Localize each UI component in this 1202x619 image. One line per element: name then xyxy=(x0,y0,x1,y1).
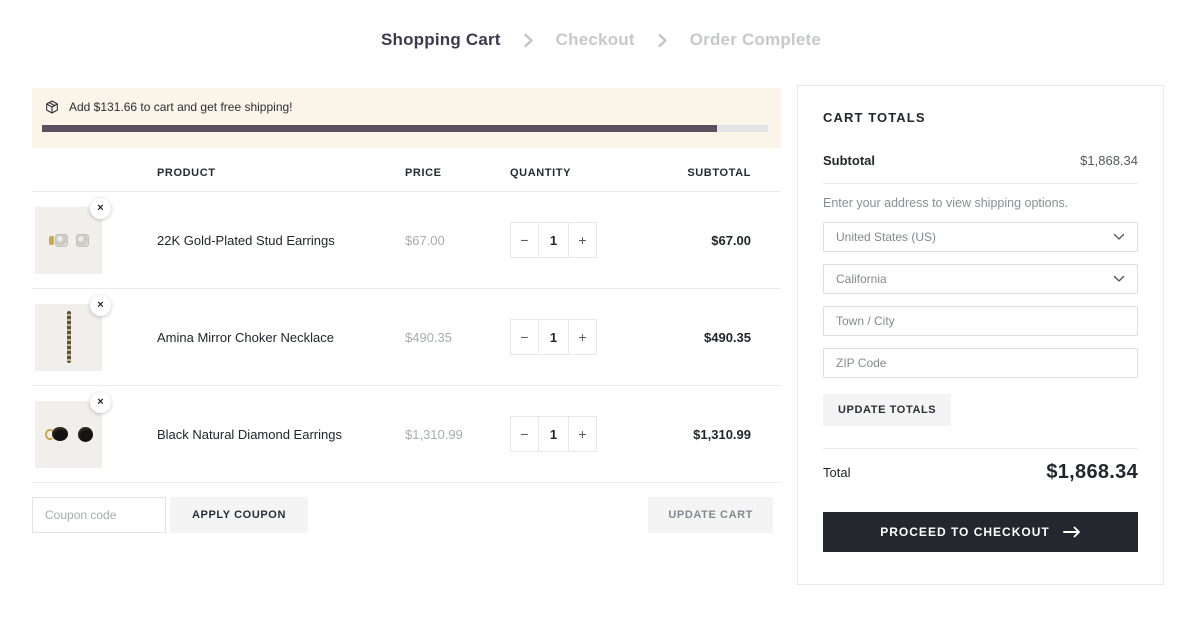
update-totals-button[interactable]: UPDATE TOTALS xyxy=(823,394,952,426)
cart-table: PRODUCT PRICE QUANTITY SUBTOTAL × 22K Go… xyxy=(32,155,781,483)
table-row: × 22K Gold-Plated Stud Earrings $67.00 −… xyxy=(32,192,781,289)
remove-item-button[interactable]: × xyxy=(90,294,111,316)
product-price: $67.00 xyxy=(405,232,445,248)
quantity-input[interactable]: 1 xyxy=(538,222,569,258)
table-row: × Amina Mirror Choker Necklace $490.35 −… xyxy=(32,289,781,386)
cart-table-header: PRODUCT PRICE QUANTITY SUBTOTAL xyxy=(32,155,781,192)
table-row: × Black Natural Diamond Earrings $1,310.… xyxy=(32,386,781,483)
proceed-to-checkout-label: PROCEED TO CHECKOUT xyxy=(880,525,1050,539)
chevron-down-icon xyxy=(1113,233,1125,241)
subtotal-value: $1,868.34 xyxy=(1080,153,1138,168)
quantity-input[interactable]: 1 xyxy=(538,319,569,355)
quantity-stepper: − 1 + xyxy=(510,319,670,355)
state-select[interactable]: California xyxy=(823,264,1138,294)
city-input[interactable] xyxy=(823,306,1138,336)
free-shipping-banner: Add $131.66 to cart and get free shippin… xyxy=(32,88,781,148)
quantity-increase-button[interactable]: + xyxy=(568,319,597,355)
divider xyxy=(823,448,1138,449)
apply-coupon-button[interactable]: APPLY COUPON xyxy=(170,497,309,533)
update-cart-button[interactable]: UPDATE CART xyxy=(648,497,773,533)
product-name-link[interactable]: Black Natural Diamond Earrings xyxy=(157,427,405,442)
black-diamond-earrings-art xyxy=(44,426,93,442)
quantity-decrease-button[interactable]: − xyxy=(510,416,539,452)
subtotal-label: Subtotal xyxy=(823,153,875,168)
product-image-black-diamond-earrings[interactable]: × xyxy=(35,391,111,468)
cart-main: Add $131.66 to cart and get free shippin… xyxy=(32,88,781,533)
chevron-down-icon xyxy=(1113,275,1125,283)
state-select-value: California xyxy=(836,272,887,286)
quantity-decrease-button[interactable]: − xyxy=(510,222,539,258)
quantity-stepper: − 1 + xyxy=(510,222,670,258)
product-name-link[interactable]: Amina Mirror Choker Necklace xyxy=(157,330,405,345)
line-subtotal: $67.00 xyxy=(711,232,751,248)
line-subtotal: $490.35 xyxy=(704,329,751,345)
column-header-quantity: QUANTITY xyxy=(510,167,572,179)
quantity-decrease-button[interactable]: − xyxy=(510,319,539,355)
column-header-product: PRODUCT xyxy=(157,167,216,179)
product-image-choker-necklace[interactable]: × xyxy=(35,294,111,371)
shipping-progress-track xyxy=(42,125,768,132)
chevron-right-icon xyxy=(523,33,534,48)
total-value: $1,868.34 xyxy=(1046,461,1138,483)
breadcrumb-order-complete[interactable]: Order Complete xyxy=(690,30,821,50)
gold-stud-earrings-art xyxy=(48,233,89,247)
product-image-gold-stud-earrings[interactable]: × xyxy=(35,197,111,274)
product-price: $1,310.99 xyxy=(405,426,463,442)
cart-totals-panel: CART TOTALS Subtotal $1,868.34 Enter you… xyxy=(797,85,1164,585)
breadcrumb-checkout[interactable]: Checkout xyxy=(556,30,635,50)
coupon-code-input[interactable] xyxy=(32,497,166,533)
quantity-increase-button[interactable]: + xyxy=(568,416,597,452)
choker-necklace-art xyxy=(66,311,71,363)
divider xyxy=(823,183,1138,184)
proceed-to-checkout-button[interactable]: PROCEED TO CHECKOUT xyxy=(823,512,1138,552)
column-header-price: PRICE xyxy=(405,167,442,179)
remove-item-button[interactable]: × xyxy=(90,391,111,413)
shipping-progress-fill xyxy=(42,125,718,132)
product-price: $490.35 xyxy=(405,329,452,345)
cart-totals-title: CART TOTALS xyxy=(823,110,926,125)
breadcrumb: Shopping Cart Checkout Order Complete xyxy=(0,30,1202,50)
country-select-value: United States (US) xyxy=(836,230,937,244)
total-row: Total $1,868.34 xyxy=(823,461,1138,484)
quantity-stepper: − 1 + xyxy=(510,416,670,452)
column-header-subtotal: SUBTOTAL xyxy=(687,167,751,179)
free-shipping-message: Add $131.66 to cart and get free shippin… xyxy=(69,100,293,114)
chevron-right-icon xyxy=(657,33,668,48)
line-subtotal: $1,310.99 xyxy=(693,426,751,442)
quantity-increase-button[interactable]: + xyxy=(568,222,597,258)
zip-input[interactable] xyxy=(823,348,1138,378)
arrow-right-icon xyxy=(1062,526,1081,538)
package-icon xyxy=(44,99,60,115)
product-name-link[interactable]: 22K Gold-Plated Stud Earrings xyxy=(157,233,405,248)
total-label: Total xyxy=(823,465,851,480)
shipping-address-note: Enter your address to view shipping opti… xyxy=(823,196,1069,210)
remove-item-button[interactable]: × xyxy=(90,197,111,219)
breadcrumb-shopping-cart[interactable]: Shopping Cart xyxy=(381,30,501,50)
quantity-input[interactable]: 1 xyxy=(538,416,569,452)
country-select[interactable]: United States (US) xyxy=(823,222,1138,252)
coupon-row: APPLY COUPON UPDATE CART xyxy=(32,497,781,533)
subtotal-row: Subtotal $1,868.34 xyxy=(823,153,1138,168)
